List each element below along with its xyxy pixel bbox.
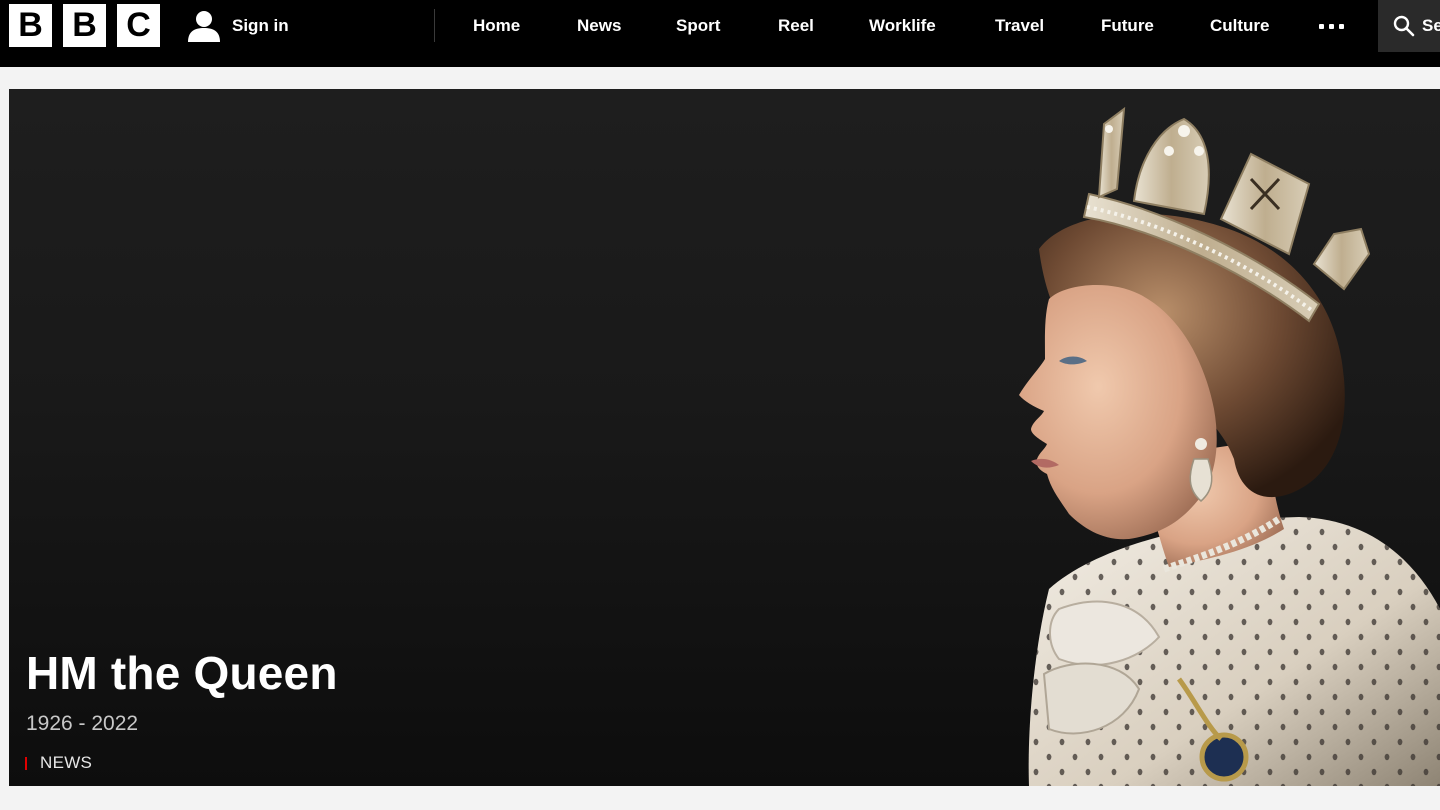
nav-item-future[interactable]: Future — [1101, 0, 1154, 52]
sign-in-button[interactable]: Sign in — [186, 9, 289, 43]
nav-divider — [434, 9, 435, 42]
sign-in-label: Sign in — [232, 16, 289, 35]
more-dot — [1328, 23, 1334, 29]
logo-letter-c: C — [117, 4, 160, 47]
nav-item-travel[interactable]: Travel — [995, 0, 1044, 52]
top-navigation-bar: B B C Sign in Home News Sport Reel Workl… — [0, 0, 1440, 67]
user-icon — [188, 11, 220, 42]
tag-accent-bar — [25, 756, 27, 770]
hero-title[interactable]: HM the Queen — [26, 646, 338, 700]
hero-promo[interactable]: HM the Queen 1926 - 2022 NEWS — [9, 89, 1440, 786]
nav-item-news[interactable]: News — [577, 0, 621, 52]
search-icon — [1393, 15, 1415, 37]
hero-section-tag[interactable]: NEWS — [25, 753, 92, 773]
more-dot — [1318, 23, 1324, 29]
nav-item-reel[interactable]: Reel — [778, 0, 814, 52]
more-dots-icon[interactable] — [1314, 13, 1348, 39]
nav-item-culture[interactable]: Culture — [1210, 0, 1270, 52]
search-label: Se — [1422, 16, 1440, 35]
nav-item-sport[interactable]: Sport — [676, 0, 720, 52]
bbc-logo[interactable]: B B C — [9, 4, 160, 47]
logo-letter-b2: B — [63, 4, 106, 47]
queen-portrait-image — [1019, 106, 1440, 786]
nav-item-home[interactable]: Home — [473, 0, 520, 52]
logo-letter-b1: B — [9, 4, 52, 47]
tag-label: NEWS — [40, 753, 93, 772]
nav-item-worklife[interactable]: Worklife — [869, 0, 936, 52]
search-button[interactable]: Se — [1378, 0, 1440, 52]
hero-subtitle: 1926 - 2022 — [26, 712, 139, 735]
more-dot — [1338, 23, 1344, 29]
